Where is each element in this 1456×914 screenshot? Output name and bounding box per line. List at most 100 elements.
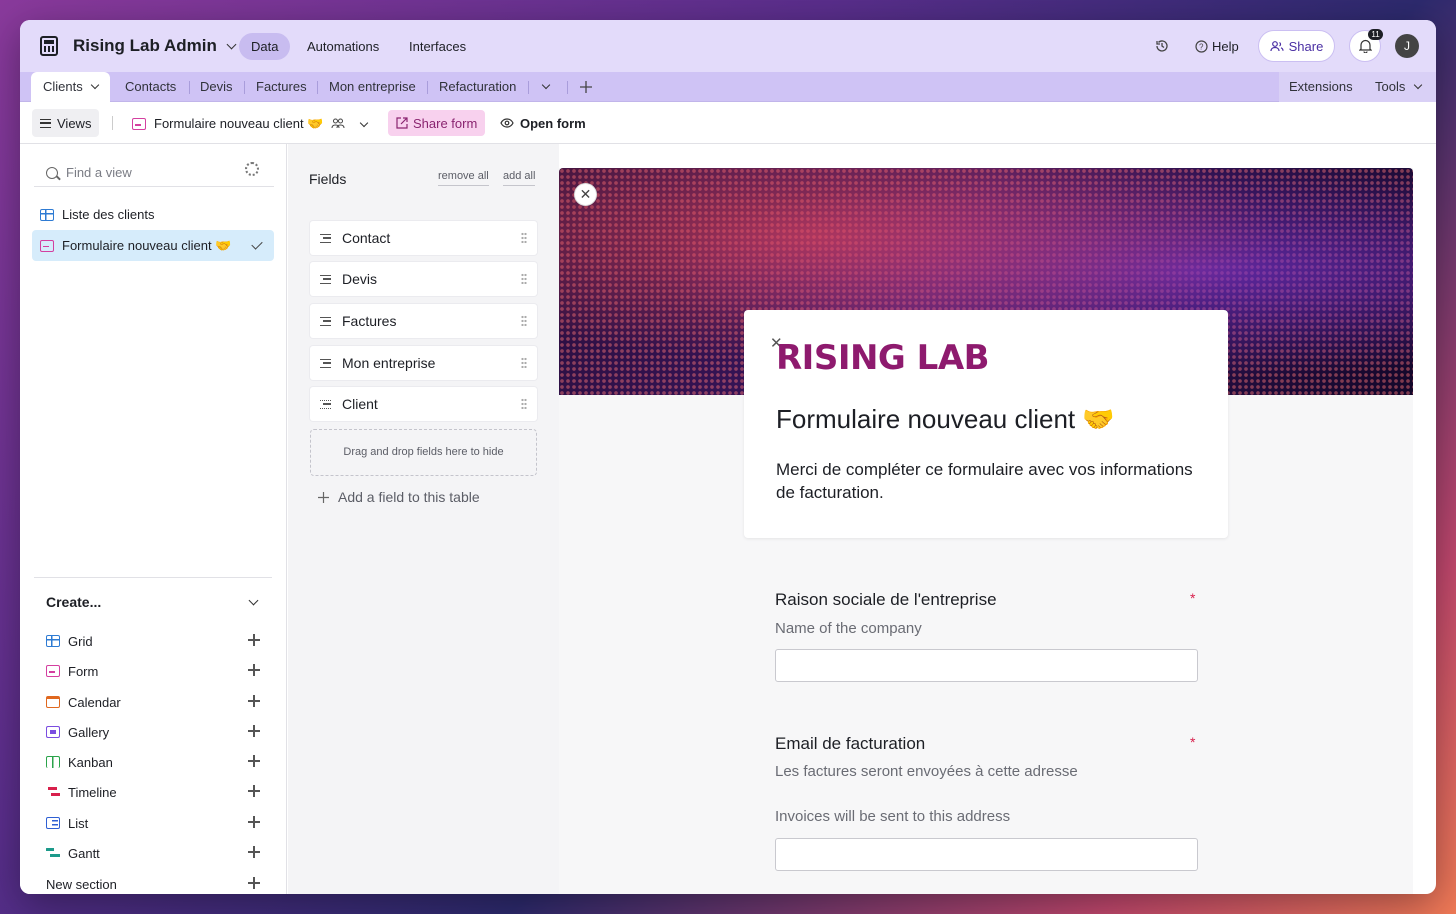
field-card[interactable]: Factures bbox=[310, 304, 537, 338]
tab-clients[interactable]: Clients bbox=[31, 72, 111, 103]
plus-icon bbox=[248, 634, 260, 646]
drag-handle-icon[interactable] bbox=[521, 398, 527, 409]
share-form-button[interactable]: Share form bbox=[388, 110, 486, 136]
help-icon: ? bbox=[1195, 40, 1208, 53]
grid-icon bbox=[46, 635, 60, 647]
help-button[interactable]: ? Help bbox=[1195, 39, 1239, 54]
create-list[interactable]: List bbox=[46, 812, 260, 834]
nav-interfaces[interactable]: Interfaces bbox=[397, 33, 478, 60]
create-calendar[interactable]: Calendar bbox=[46, 691, 260, 713]
create-grid[interactable]: Grid bbox=[46, 630, 260, 652]
field-label: Client bbox=[342, 396, 378, 412]
form-icon bbox=[132, 118, 146, 130]
chevron-down-icon bbox=[360, 118, 369, 127]
field-card[interactable]: Contact bbox=[310, 221, 537, 255]
create-item-label: Grid bbox=[68, 633, 93, 649]
current-view-selector[interactable]: Formulaire nouveau client 🤝 bbox=[132, 116, 369, 132]
view-item-label: Formulaire nouveau client 🤝 bbox=[62, 237, 232, 253]
form-description[interactable]: Merci de compléter ce formulaire avec vo… bbox=[776, 458, 1206, 504]
billing-email-input[interactable] bbox=[775, 838, 1198, 871]
drag-handle-icon[interactable] bbox=[521, 357, 527, 368]
hidden-fields-dropzone[interactable]: Drag and drop fields here to hide bbox=[310, 429, 537, 476]
tab-devis[interactable]: Devis bbox=[200, 72, 233, 102]
fields-panel: Fields remove all add all Contact Devis … bbox=[288, 144, 559, 894]
views-toggle-button[interactable]: Views bbox=[32, 109, 100, 137]
tabbar-right: Extensions Tools bbox=[1279, 72, 1436, 102]
open-form-button[interactable]: Open form bbox=[500, 110, 586, 136]
timeline-icon bbox=[46, 786, 60, 798]
create-form[interactable]: Form bbox=[46, 660, 260, 682]
share-button[interactable]: Share bbox=[1258, 30, 1335, 62]
menu-icon bbox=[40, 118, 51, 128]
field-card[interactable]: Client bbox=[310, 387, 537, 421]
remove-cover-button[interactable]: ✕ bbox=[574, 183, 597, 206]
create-gantt[interactable]: Gantt bbox=[46, 842, 260, 864]
company-name-input[interactable] bbox=[775, 649, 1198, 682]
share-form-label: Share form bbox=[413, 115, 478, 131]
question-help: Les factures seront envoyées à cette adr… bbox=[775, 763, 1078, 780]
linked-record-icon bbox=[320, 233, 331, 243]
extensions-button[interactable]: Extensions bbox=[1289, 72, 1353, 102]
plus-icon bbox=[318, 491, 329, 503]
find-view-search[interactable]: Find a view bbox=[34, 159, 274, 187]
formula-field-icon bbox=[320, 399, 331, 409]
field-label: Mon entreprise bbox=[342, 355, 436, 371]
chevron-down-icon[interactable] bbox=[248, 595, 259, 606]
tab-divider bbox=[189, 81, 190, 94]
grid-icon bbox=[40, 208, 54, 221]
drag-handle-icon[interactable] bbox=[521, 273, 527, 284]
tab-divider bbox=[427, 81, 428, 94]
list-icon bbox=[46, 817, 60, 829]
company-logo[interactable]: RISING LAB bbox=[776, 338, 990, 378]
required-marker: * bbox=[1190, 734, 1196, 750]
base-title[interactable]: Rising Lab Admin bbox=[73, 36, 237, 56]
help-label: Help bbox=[1212, 39, 1239, 54]
gantt-icon bbox=[46, 847, 60, 859]
form-icon bbox=[46, 665, 60, 677]
create-new-section[interactable]: New section bbox=[46, 873, 260, 894]
nav-data[interactable]: Data bbox=[239, 33, 291, 60]
view-item-label: Liste des clients bbox=[62, 207, 155, 222]
add-all-link[interactable]: add all bbox=[503, 170, 536, 186]
divider bbox=[112, 116, 113, 130]
user-avatar[interactable]: J bbox=[1395, 34, 1419, 58]
form-title[interactable]: Formulaire nouveau client 🤝 bbox=[776, 404, 1115, 435]
tab-mon-entreprise[interactable]: Mon entreprise bbox=[329, 72, 416, 102]
tab-contacts[interactable]: Contacts bbox=[125, 72, 176, 102]
create-item-label: Kanban bbox=[68, 754, 113, 770]
create-gallery[interactable]: Gallery bbox=[46, 721, 260, 743]
field-card[interactable]: Mon entreprise bbox=[310, 346, 537, 380]
notification-badge: 11 bbox=[1368, 29, 1383, 40]
question-label[interactable]: Email de facturation bbox=[775, 734, 925, 754]
chevron-down-icon bbox=[91, 80, 100, 90]
gallery-icon bbox=[46, 726, 60, 738]
create-timeline[interactable]: Timeline bbox=[46, 781, 260, 803]
question-label[interactable]: Raison sociale de l'entreprise bbox=[775, 590, 997, 610]
create-kanban[interactable]: Kanban bbox=[46, 751, 260, 773]
drag-handle-icon[interactable] bbox=[521, 232, 527, 243]
tab-factures[interactable]: Factures bbox=[256, 72, 307, 102]
create-section-header[interactable]: Create... bbox=[46, 594, 101, 610]
check-icon bbox=[251, 238, 263, 250]
add-field-button[interactable]: Add a field to this table bbox=[318, 489, 480, 505]
linked-record-icon bbox=[320, 358, 331, 368]
remove-all-link[interactable]: remove all bbox=[438, 170, 489, 186]
sidebar-divider bbox=[34, 577, 272, 578]
tab-refacturation[interactable]: Refacturation bbox=[439, 72, 516, 102]
all-tables-chevron-icon[interactable] bbox=[541, 80, 551, 90]
form-preview: ✕ ✕ RISING LAB Formulaire nouveau client… bbox=[559, 168, 1413, 894]
tools-button[interactable]: Tools bbox=[1375, 72, 1423, 102]
field-card[interactable]: Devis bbox=[310, 262, 537, 296]
history-icon[interactable] bbox=[1155, 39, 1169, 53]
drag-handle-icon[interactable] bbox=[521, 315, 527, 326]
gear-icon[interactable] bbox=[245, 162, 259, 176]
view-item-formulaire-nouveau-client[interactable]: Formulaire nouveau client 🤝 bbox=[32, 230, 274, 261]
tab-divider bbox=[244, 81, 245, 94]
view-item-liste-des-clients[interactable]: Liste des clients bbox=[32, 199, 274, 230]
nav-automations[interactable]: Automations bbox=[295, 33, 391, 60]
form-header-card: ✕ RISING LAB Formulaire nouveau client 🤝… bbox=[744, 310, 1228, 538]
linked-record-icon bbox=[320, 316, 331, 326]
base-title-label: Rising Lab Admin bbox=[73, 36, 217, 55]
create-item-label: Calendar bbox=[68, 694, 121, 710]
add-table-icon[interactable] bbox=[580, 81, 592, 93]
